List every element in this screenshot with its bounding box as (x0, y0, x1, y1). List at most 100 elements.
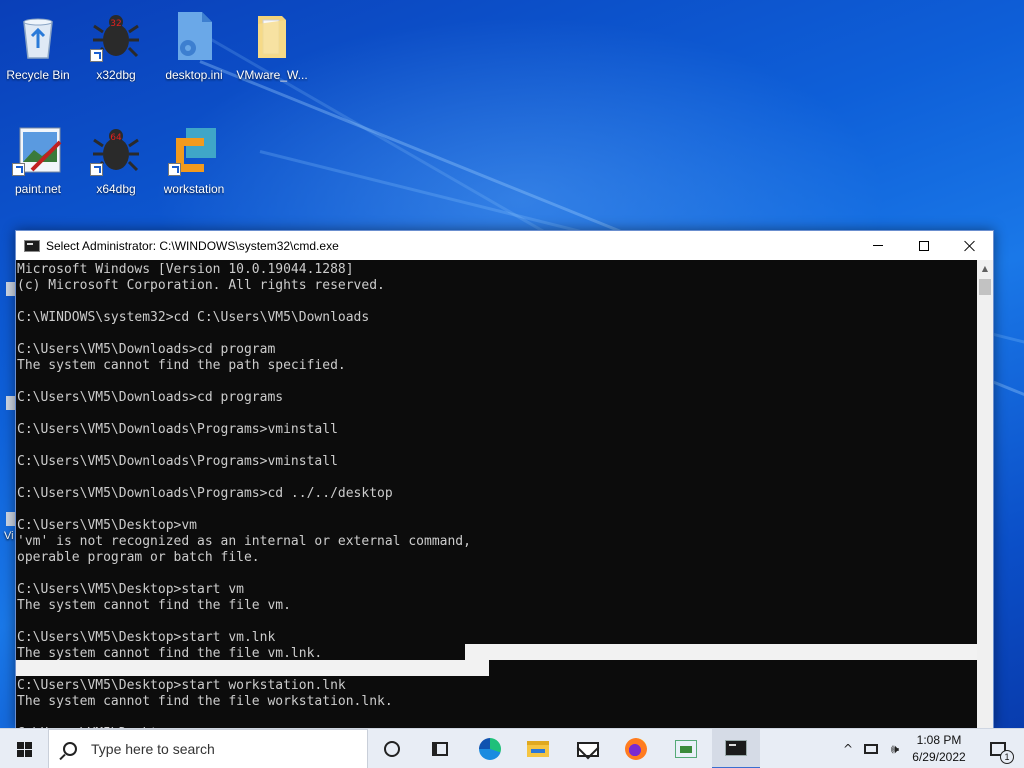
close-button[interactable] (947, 231, 993, 260)
cmd-window[interactable]: Select Administrator: C:\WINDOWS\system3… (15, 230, 994, 728)
shortcut-arrow-icon (12, 163, 25, 176)
cmd-titlebar[interactable]: Select Administrator: C:\WINDOWS\system3… (16, 231, 993, 260)
maximize-icon (919, 240, 929, 251)
notification-count-badge: 1 (1000, 750, 1014, 764)
recycle-bin-icon (12, 10, 64, 62)
console-line: The system cannot find the path specifie… (17, 358, 346, 373)
search-icon (63, 742, 77, 756)
clock-date: 6/29/2022 (912, 750, 966, 764)
console-line: The system cannot find the file vm.lnk. (17, 646, 323, 661)
bug-icon: 64 (90, 124, 142, 176)
volume-icon[interactable]: 🕪 (884, 729, 906, 768)
taskbar-cmd[interactable] (712, 729, 760, 768)
hidden-desktop-icon-label: Vi (4, 530, 14, 542)
console-line: C:\Users\VM5\Downloads>cd program (17, 342, 276, 357)
cmd-window-title: Select Administrator: C:\WINDOWS\system3… (46, 238, 339, 253)
scroll-up-arrow-icon[interactable]: ▲ (977, 260, 993, 277)
console-line: C:\Users\VM5\Downloads\Programs>vminstal… (17, 454, 338, 469)
start-button[interactable] (0, 729, 48, 768)
console-output[interactable]: Microsoft Windows [Version 10.0.19044.12… (16, 260, 977, 728)
desktop-icon-label: desktop.ini (165, 68, 223, 82)
vmware-workstation-icon (168, 124, 220, 176)
cortana-icon (384, 741, 400, 757)
console-line: C:\Users\VM5\Desktop>start vm.lnk (17, 630, 276, 645)
file-explorer-icon (527, 741, 549, 757)
folder-icon (246, 10, 298, 62)
shortcut-arrow-icon (90, 163, 103, 176)
cmd-icon (725, 740, 747, 756)
shortcut-arrow-icon (168, 163, 181, 176)
network-icon[interactable] (860, 729, 882, 768)
search-placeholder: Type here to search (91, 741, 215, 757)
console-line: C:\Users\VM5\Downloads>cd programs (17, 390, 284, 405)
taskbar-clock[interactable]: 1:08 PM 6/29/2022 (906, 732, 972, 766)
minimize-button[interactable] (855, 231, 901, 260)
console-line: Microsoft Windows [Version 10.0.19044.12… (17, 262, 354, 277)
paint-net-icon (675, 740, 697, 758)
desktop-icon-label: workstation (163, 182, 225, 196)
cortana-button[interactable] (368, 729, 416, 768)
settings-file-icon (168, 10, 220, 62)
show-hidden-icons-button[interactable]: ^ (838, 729, 858, 768)
mail-icon (577, 741, 599, 757)
edge-browser-icon (479, 738, 501, 760)
desktop-icon-label: VMware_W... (236, 68, 308, 82)
desktop-icon-recycle-bin[interactable]: Recycle Bin (0, 4, 76, 96)
desktop-icon-label: x32dbg (96, 68, 136, 82)
paint-net-icon (12, 124, 64, 176)
console-line: 'vm' is not recognized as an internal or… (17, 534, 471, 549)
console-lines: Microsoft Windows [Version 10.0.19044.12… (17, 262, 471, 728)
close-icon (964, 240, 976, 252)
desktop-icon-x64dbg[interactable]: 64 x64dbg (78, 118, 154, 210)
taskbar-mail[interactable] (564, 729, 612, 768)
console-line: C:\Users\VM5\Desktop>start workstation.l… (17, 678, 346, 693)
desktop-icon-label: paint.net (14, 182, 62, 196)
console-line: The system cannot find the file workstat… (17, 694, 393, 709)
desktop-icon-paint-net[interactable]: paint.net (0, 118, 76, 210)
console-line: C:\WINDOWS\system32>cd C:\Users\VM5\Down… (17, 310, 370, 325)
console-line: C:\Users\VM5\Desktop>vm (17, 518, 198, 533)
minimize-icon (873, 245, 883, 246)
desktop-icon-workstation[interactable]: workstation (156, 118, 232, 210)
text-selection-highlight (465, 644, 977, 660)
task-view-button[interactable] (416, 729, 464, 768)
bug-badge-text: 64 (110, 133, 122, 143)
desktop-icon-desktop-ini[interactable]: desktop.ini (156, 4, 232, 96)
console-line: operable program or batch file. (17, 550, 260, 565)
bug-icon: 32 (90, 10, 142, 62)
taskbar-firefox[interactable] (612, 729, 660, 768)
taskbar-edge[interactable] (466, 729, 514, 768)
console-line: The system cannot find the file vm. (17, 598, 291, 613)
desktop-icon-label: x64dbg (96, 182, 136, 196)
bug-badge-text: 32 (110, 19, 121, 29)
action-center-button[interactable]: 1 (980, 729, 1016, 768)
taskbar-paint-net[interactable] (662, 729, 710, 768)
windows-logo-icon (16, 741, 32, 757)
console-line: (c) Microsoft Corporation. All rights re… (17, 278, 385, 293)
maximize-button[interactable] (901, 231, 947, 260)
firefox-icon (625, 738, 647, 760)
taskbar-search-box[interactable]: Type here to search (48, 729, 368, 768)
shortcut-arrow-icon (90, 49, 103, 62)
console-line: C:\Users\VM5\Downloads\Programs>cd ../..… (17, 486, 393, 501)
taskbar-file-explorer[interactable] (514, 729, 562, 768)
cmd-icon (24, 239, 40, 252)
desktop-icon-label: Recycle Bin (6, 68, 70, 82)
console-line: C:\Users\VM5\Desktop>start vm (17, 582, 244, 597)
desktop-icon-vmware-folder[interactable]: VMware_W... (234, 4, 310, 96)
console-scrollbar[interactable]: ▲ (977, 260, 993, 728)
desktop-icon-x32dbg[interactable]: 32 x32dbg (78, 4, 154, 96)
notification-icon: 1 (990, 742, 1014, 764)
scroll-thumb[interactable] (979, 279, 991, 295)
